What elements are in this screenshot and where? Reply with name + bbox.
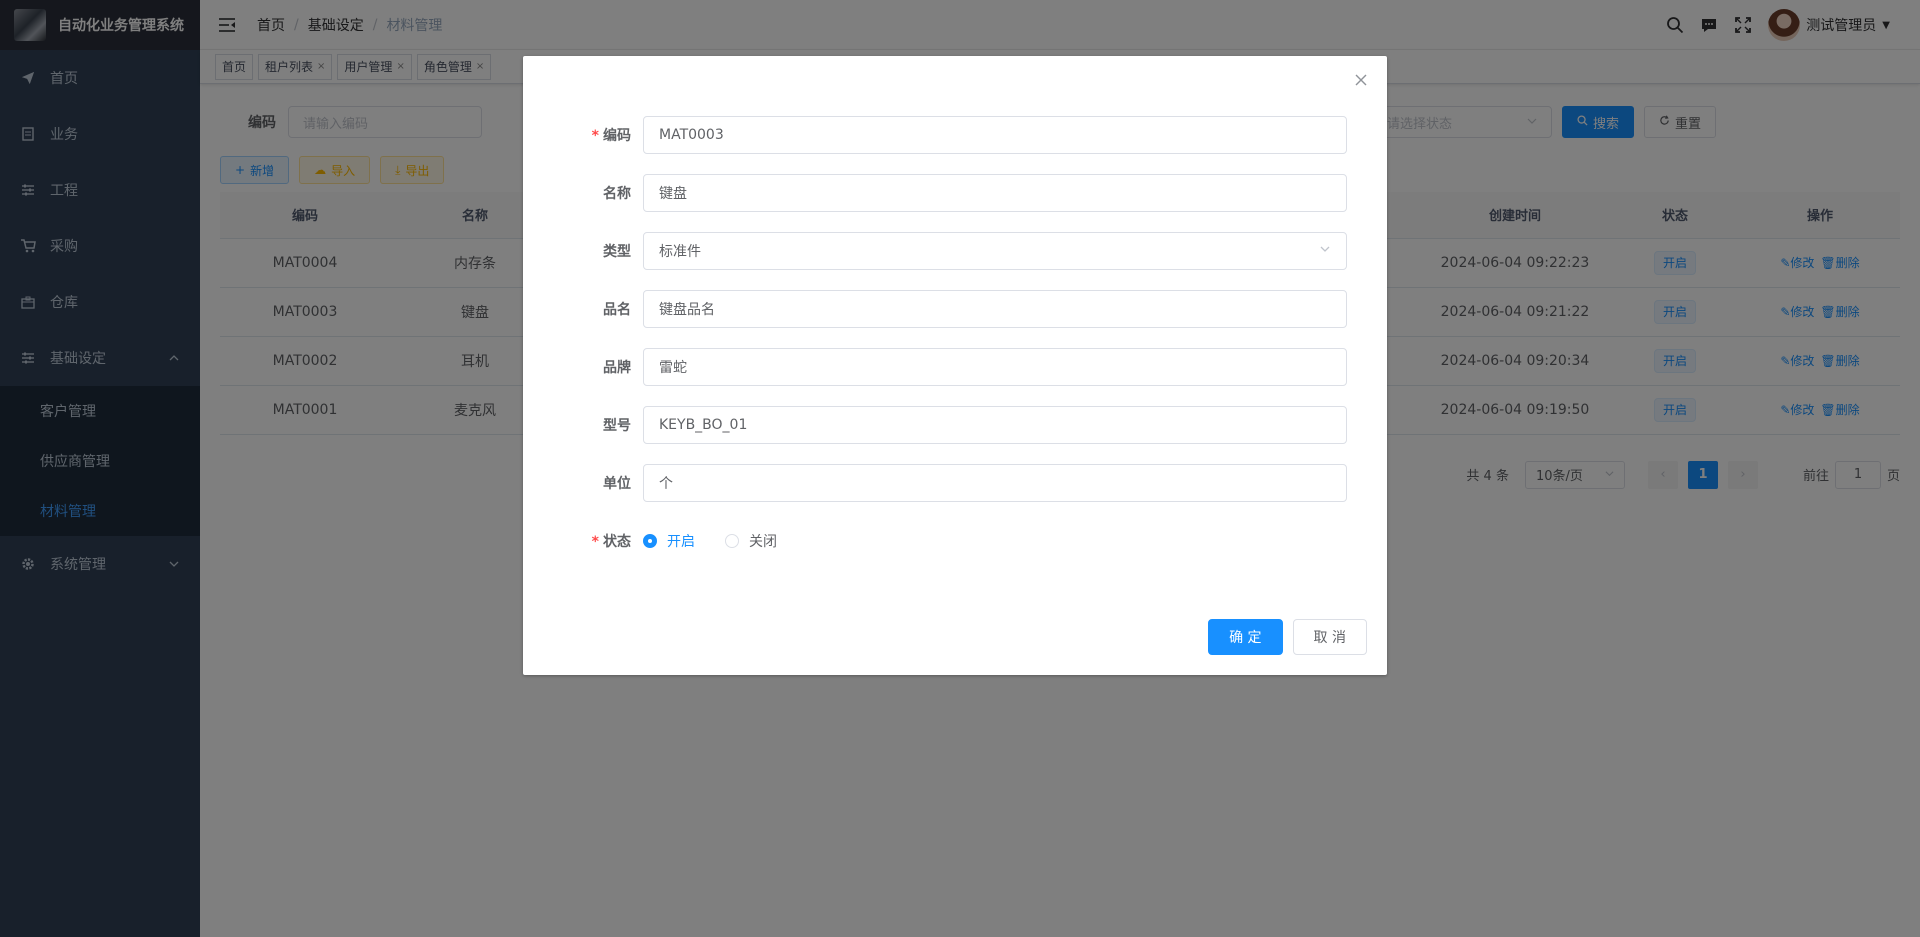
cancel-button[interactable]: 取 消 [1292, 619, 1367, 655]
brand-input[interactable]: 雷蛇 [643, 348, 1347, 386]
code-input[interactable]: MAT0003 [643, 116, 1347, 154]
confirm-button[interactable]: 确 定 [1208, 619, 1283, 655]
form-row-brand: 品牌 雷蛇 [563, 348, 1347, 386]
input-value: 标准件 [659, 244, 701, 260]
product-name-input[interactable]: 键盘品名 [643, 290, 1347, 328]
form-row-type: 类型 标准件 [563, 232, 1347, 270]
form-label-text: 状态 [603, 534, 631, 550]
form-row-name: 名称 键盘 [563, 174, 1347, 212]
radio-dot [643, 534, 657, 548]
input-value: MAT0003 [659, 127, 724, 143]
form-label: 名称 [603, 186, 631, 202]
form-label: 品牌 [603, 360, 631, 376]
input-value: 个 [659, 476, 673, 492]
status-radio-off[interactable]: 关闭 [725, 531, 777, 551]
form-row-product-name: 品名 键盘品名 [563, 290, 1347, 328]
form-label: * 状态 [563, 531, 643, 551]
chevron-down-icon [1319, 243, 1331, 259]
input-value: KEYB_BO_01 [659, 417, 748, 433]
status-radio-group: 开启 关闭 [643, 531, 807, 551]
type-select[interactable]: 标准件 [643, 232, 1347, 270]
form-label-text: 编码 [603, 128, 631, 144]
required-mark: * [591, 128, 599, 144]
input-value: 键盘 [659, 186, 687, 202]
required-mark: * [591, 534, 599, 550]
input-value: 雷蛇 [659, 360, 687, 376]
form-label: 型号 [603, 418, 631, 434]
form-row-code: * 编码 MAT0003 [563, 116, 1347, 154]
form-label: * 编码 [563, 125, 643, 145]
form-label: 类型 [603, 244, 631, 260]
radio-label: 开启 [667, 534, 695, 550]
model-input[interactable]: KEYB_BO_01 [643, 406, 1347, 444]
input-value: 键盘品名 [659, 302, 715, 318]
status-radio-on[interactable]: 开启 [643, 531, 695, 551]
radio-dot [725, 534, 739, 548]
name-input[interactable]: 键盘 [643, 174, 1347, 212]
form-row-model: 型号 KEYB_BO_01 [563, 406, 1347, 444]
form-label: 单位 [603, 476, 631, 492]
edit-material-dialog: * 编码 MAT0003 名称 键盘 类型 标准件 品名 键盘品名 品牌 雷蛇 型… [523, 56, 1387, 675]
form-row-unit: 单位 个 [563, 464, 1347, 502]
unit-input[interactable]: 个 [643, 464, 1347, 502]
dialog-footer: 确 定 取 消 [1198, 619, 1367, 655]
form-label: 品名 [603, 302, 631, 318]
close-icon[interactable] [1353, 72, 1369, 88]
form-row-status: * 状态 开启 关闭 [563, 522, 1347, 560]
radio-label: 关闭 [749, 534, 777, 550]
material-form: * 编码 MAT0003 名称 键盘 类型 标准件 品名 键盘品名 品牌 雷蛇 型… [563, 116, 1347, 580]
